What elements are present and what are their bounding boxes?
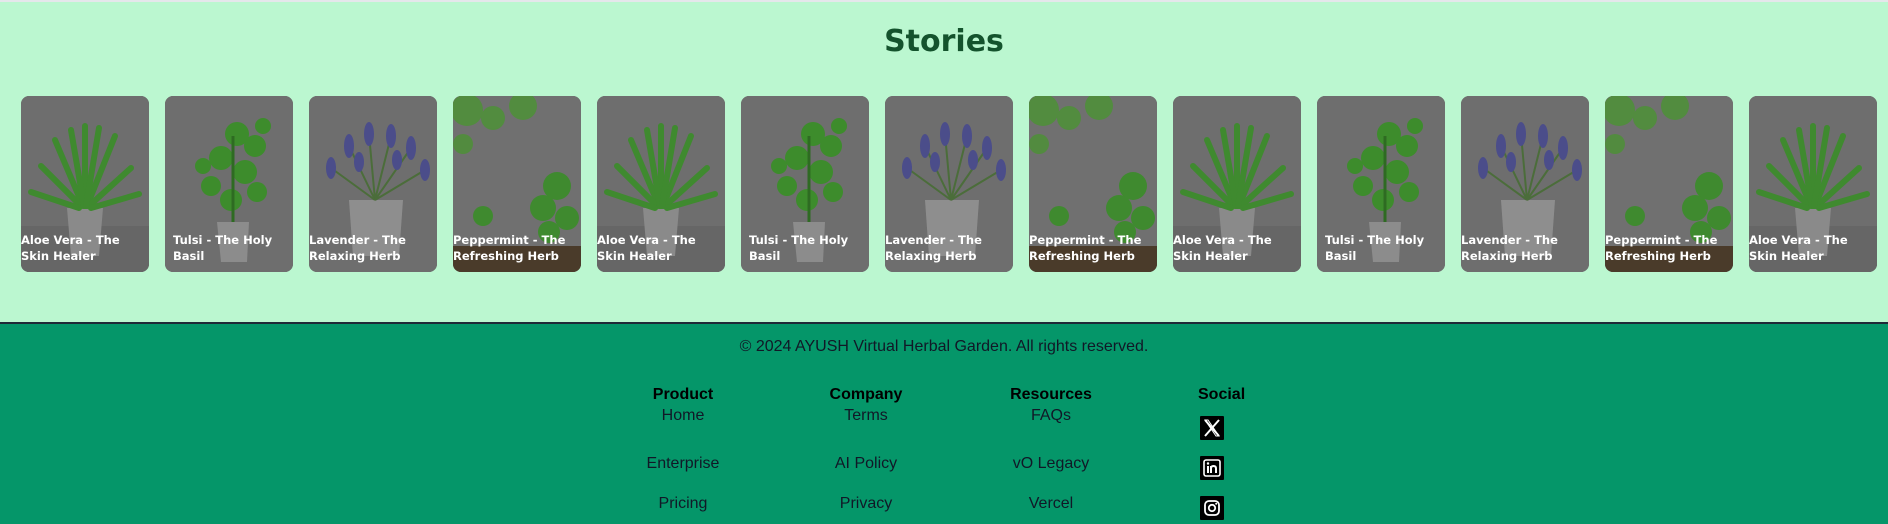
story-caption: Peppermint - The Refreshing Herb [1605,233,1718,263]
footer-link-enterprise[interactable]: Enterprise [613,444,753,484]
footer-link-v0-legacy[interactable]: vO Legacy [981,444,1121,484]
story-caption: Tulsi - The Holy Basil [1325,233,1425,263]
story-caption: Lavender - The Relaxing Herb [885,233,982,263]
story-caption: Lavender - The Relaxing Herb [309,233,406,263]
site-footer: © 2024 AYUSH Virtual Herbal Garden. All … [0,324,1888,524]
linkedin-icon[interactable] [1200,456,1224,480]
story-caption: Tulsi - The Holy Basil [749,233,849,263]
story-card-aloe[interactable]: Aloe Vera - The Skin Healer [1749,96,1877,272]
story-caption: Peppermint - The Refreshing Herb [453,233,566,263]
story-card-peppermint[interactable]: Peppermint - The Refreshing Herb [453,96,581,272]
story-caption: Tulsi - The Holy Basil [173,233,273,263]
footer-column-company: Company Terms AI Policy Privacy [796,386,936,524]
footer-link-home[interactable]: Home [613,404,753,444]
footer-link-ai-policy[interactable]: AI Policy [796,444,936,484]
footer-column-product: Product Home Enterprise Pricing [613,386,753,524]
stories-carousel[interactable]: Aloe Vera - The Skin Healer Tulsi - The … [21,96,1888,272]
footer-link-vercel[interactable]: Vercel [981,484,1121,524]
story-card-lavender[interactable]: Lavender - The Relaxing Herb [309,96,437,272]
story-card-lavender[interactable]: Lavender - The Relaxing Herb [885,96,1013,272]
footer-link-privacy[interactable]: Privacy [796,484,936,524]
footer-heading-company: Company [829,386,903,403]
story-card-aloe[interactable]: Aloe Vera - The Skin Healer [597,96,725,272]
story-caption: Peppermint - The Refreshing Herb [1029,233,1142,263]
story-card-tulsi[interactable]: Tulsi - The Holy Basil [1317,96,1445,272]
stories-title: Stories [884,24,1004,59]
story-card-lavender[interactable]: Lavender - The Relaxing Herb [1461,96,1589,272]
footer-heading-product: Product [652,386,714,403]
footer-column-social: Social [1198,386,1258,520]
story-card-peppermint[interactable]: Peppermint - The Refreshing Herb [1029,96,1157,272]
footer-link-terms[interactable]: Terms [796,404,936,444]
x-icon[interactable] [1200,416,1224,440]
footer-column-resources: Resources FAQs vO Legacy Vercel [981,386,1121,524]
footer-link-faqs[interactable]: FAQs [981,404,1121,444]
stories-section: Stories Aloe Vera - The Skin Healer Tuls… [0,0,1888,322]
instagram-icon[interactable] [1200,496,1224,520]
copyright-text: © 2024 AYUSH Virtual Herbal Garden. All … [739,338,1149,355]
footer-link-pricing[interactable]: Pricing [613,484,753,524]
story-card-aloe[interactable]: Aloe Vera - The Skin Healer [1173,96,1301,272]
story-card-peppermint[interactable]: Peppermint - The Refreshing Herb [1605,96,1733,272]
story-caption: Aloe Vera - The Skin Healer [1749,233,1848,263]
story-caption: Aloe Vera - The Skin Healer [1173,233,1272,263]
story-card-tulsi[interactable]: Tulsi - The Holy Basil [741,96,869,272]
footer-heading-social: Social [1198,386,1246,403]
story-caption: Aloe Vera - The Skin Healer [597,233,696,263]
footer-heading-resources: Resources [1010,386,1092,403]
story-card-tulsi[interactable]: Tulsi - The Holy Basil [165,96,293,272]
story-caption: Lavender - The Relaxing Herb [1461,233,1558,263]
story-card-aloe[interactable]: Aloe Vera - The Skin Healer [21,96,149,272]
story-caption: Aloe Vera - The Skin Healer [21,233,120,263]
